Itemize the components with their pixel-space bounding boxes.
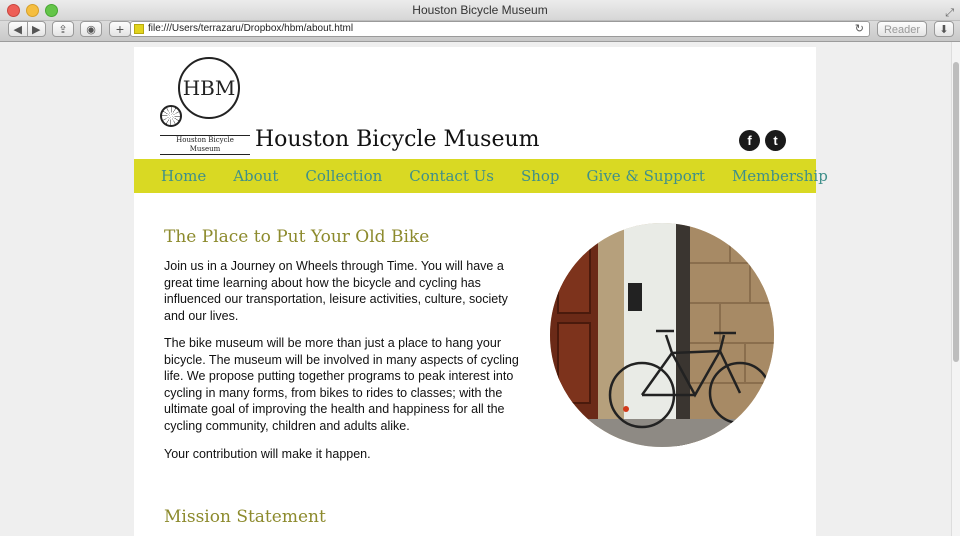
back-forward-buttons: ◀ ▶	[8, 21, 46, 37]
fullscreen-icon[interactable]: ⤢	[945, 3, 954, 23]
bicycle-icon	[160, 105, 182, 127]
share-button[interactable]: ⇪	[52, 21, 74, 37]
section-heading: The Place to Put Your Old Bike	[164, 227, 430, 247]
vertical-scrollbar[interactable]	[951, 42, 960, 536]
download-icon: ⬇	[939, 24, 949, 36]
nav-contact-us[interactable]: Contact Us	[409, 167, 494, 185]
nav-home[interactable]: Home	[161, 167, 206, 185]
window-titlebar: Houston Bicycle Museum ⤢	[0, 0, 960, 21]
mission-heading: Mission Statement	[164, 507, 326, 527]
nav-shop[interactable]: Shop	[521, 167, 560, 185]
url-text[interactable]: file:///Users/terrazaru/Dropbox/hbm/abou…	[148, 22, 353, 36]
nav-membership[interactable]: Membership	[732, 167, 828, 185]
new-tab-button[interactable]: +	[109, 21, 131, 37]
bicycle-photo	[550, 223, 774, 447]
close-window-button[interactable]	[7, 4, 20, 17]
minimize-window-button[interactable]	[26, 4, 39, 17]
page-viewport: HBM Houston Bicycle Museum Houston Bicyc…	[0, 42, 952, 536]
scroll-thumb[interactable]	[953, 62, 959, 362]
logo-caption: Houston Bicycle Museum	[160, 135, 250, 155]
site-title: Houston Bicycle Museum	[255, 127, 540, 152]
page-container: HBM Houston Bicycle Museum Houston Bicyc…	[134, 47, 828, 536]
intro-paragraph: Join us in a Journey on Wheels through T…	[164, 259, 508, 323]
main-nav: Home About Collection Contact Us Shop Gi…	[134, 159, 828, 193]
contribution-paragraph: Your contribution will make it happen.	[164, 447, 371, 461]
privacy-button[interactable]: ◉	[80, 21, 102, 37]
back-button[interactable]: ◀	[9, 22, 28, 36]
museum-paragraph: The bike museum will be more than just a…	[164, 336, 519, 433]
zoom-window-button[interactable]	[45, 4, 58, 17]
window-controls	[7, 4, 58, 17]
nav-give-support[interactable]: Give & Support	[587, 167, 705, 185]
downloads-button[interactable]: ⬇	[934, 21, 954, 37]
window-title: Houston Bicycle Museum	[412, 3, 548, 17]
forward-button[interactable]: ▶	[28, 22, 46, 36]
browser-toolbar: ◀ ▶ ⇪ ◉ + file:///Users/terrazaru/Dropbo…	[0, 21, 960, 42]
address-bar[interactable]: file:///Users/terrazaru/Dropbox/hbm/abou…	[130, 21, 870, 37]
site-logo[interactable]: HBM Houston Bicycle Museum	[160, 57, 250, 155]
shield-icon: ◉	[86, 24, 96, 36]
share-icon: ⇪	[58, 24, 68, 36]
reload-icon[interactable]: ↻	[855, 22, 864, 36]
favicon-icon	[134, 24, 144, 34]
reader-button[interactable]: Reader	[877, 21, 927, 37]
nav-about[interactable]: About	[233, 167, 278, 185]
social-links: f t	[739, 130, 786, 151]
logo-wheel: HBM	[178, 57, 240, 119]
facebook-icon[interactable]: f	[739, 130, 760, 151]
twitter-icon[interactable]: t	[765, 130, 786, 151]
nav-collection[interactable]: Collection	[305, 167, 382, 185]
